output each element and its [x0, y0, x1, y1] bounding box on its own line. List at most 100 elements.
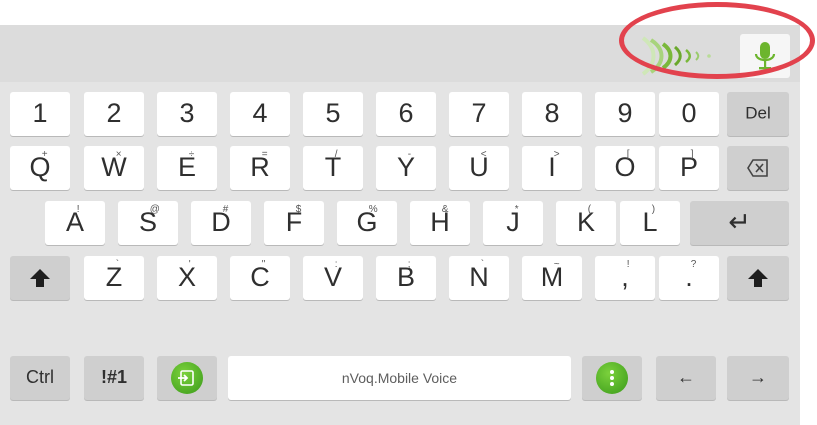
key-k[interactable]: K(	[556, 201, 616, 245]
key-label: B	[396, 261, 415, 292]
key-3[interactable]: 3	[157, 92, 217, 136]
key-label: T	[324, 151, 342, 182]
key-7[interactable]: 7	[449, 92, 509, 136]
shift-icon	[748, 269, 768, 287]
enter-icon: ↵	[728, 206, 751, 237]
key-label: E	[177, 151, 196, 182]
key-label: P	[679, 151, 698, 182]
key-n[interactable]: N `	[449, 256, 509, 300]
key-label: 8	[544, 97, 560, 128]
symbols-key[interactable]: !#1	[84, 356, 144, 400]
key-label: 0	[681, 97, 697, 128]
key-v[interactable]: V:	[303, 256, 363, 300]
key-label: I	[548, 151, 556, 182]
key-label: K	[576, 206, 595, 237]
key-secondary: *	[514, 204, 519, 215]
delete-key[interactable]: Del	[727, 92, 789, 136]
key-label: Y	[396, 151, 415, 182]
key-8[interactable]: 8	[522, 92, 582, 136]
key-e[interactable]: E ÷	[157, 146, 217, 190]
key-1[interactable]: 1	[10, 92, 70, 136]
key-0[interactable]: 0	[659, 92, 719, 136]
key-secondary: &	[441, 204, 449, 215]
left-arrow-key[interactable]: ←	[656, 356, 716, 400]
key-j[interactable]: J *	[483, 201, 543, 245]
backspace-key[interactable]	[727, 146, 789, 190]
key-i[interactable]: I >	[522, 146, 582, 190]
key-l[interactable]: L)	[620, 201, 680, 245]
key-label: Q	[29, 151, 51, 182]
key-h[interactable]: H &	[410, 201, 470, 245]
key-label: H	[430, 206, 450, 237]
right-arrow-icon: →	[749, 367, 767, 388]
key-9[interactable]: 9	[595, 92, 655, 136]
key-label: 1	[32, 97, 48, 128]
key-label: W	[101, 151, 127, 182]
shift-left-key[interactable]	[10, 256, 70, 300]
key-2[interactable]: 2	[84, 92, 144, 136]
key-d[interactable]: D #	[191, 201, 251, 245]
key-a[interactable]: A!	[45, 201, 105, 245]
highlight-ring	[619, 2, 815, 79]
key-5[interactable]: 5	[303, 92, 363, 136]
key-z[interactable]: Z `	[84, 256, 144, 300]
key-secondary: $	[295, 204, 302, 215]
key-c[interactable]: C "	[230, 256, 290, 300]
key-label: X	[177, 261, 196, 292]
key-o[interactable]: O[	[595, 146, 655, 190]
key-w[interactable]: W ×	[84, 146, 144, 190]
key-label: L	[642, 206, 658, 237]
key-label: 4	[252, 97, 268, 128]
key-g[interactable]: G%	[337, 201, 397, 245]
key-label: Z	[105, 261, 123, 292]
key-label: 3	[179, 97, 195, 128]
key-4[interactable]: 4	[230, 92, 290, 136]
menu-key[interactable]	[582, 356, 642, 400]
backspace-icon	[747, 159, 768, 177]
right-arrow-key[interactable]: →	[727, 356, 789, 400]
key-label: Ctrl	[26, 367, 54, 388]
key-label: 7	[471, 97, 487, 128]
key-b[interactable]: B;	[376, 256, 436, 300]
key-label: C	[250, 261, 270, 292]
key-period[interactable]: .?	[659, 256, 719, 300]
key-secondary: )	[651, 204, 656, 215]
more-vertical-icon	[596, 362, 628, 394]
shift-right-key[interactable]	[727, 256, 789, 300]
key-label: .	[685, 261, 693, 292]
key-x[interactable]: X '	[157, 256, 217, 300]
key-s[interactable]: S @	[118, 201, 178, 245]
key-6[interactable]: 6	[376, 92, 436, 136]
key-p[interactable]: P]	[659, 146, 719, 190]
key-secondary: ÷	[188, 149, 195, 160]
key-secondary: ]	[690, 149, 694, 160]
key-secondary: !	[626, 259, 630, 270]
enter-key[interactable]: ↵	[690, 201, 789, 245]
key-label: 2	[106, 97, 122, 128]
key-t[interactable]: T /	[303, 146, 363, 190]
key-label: J	[506, 206, 520, 237]
key-secondary: >	[553, 149, 560, 160]
key-y[interactable]: Y-	[376, 146, 436, 190]
nvoq-app-icon	[171, 362, 203, 394]
key-comma[interactable]: ,!	[595, 256, 655, 300]
nvoq-app-key[interactable]	[157, 356, 217, 400]
key-f[interactable]: F $	[264, 201, 324, 245]
key-secondary: ~	[553, 259, 560, 270]
key-r[interactable]: R =	[230, 146, 290, 190]
key-q[interactable]: Q +	[10, 146, 70, 190]
key-secondary: ;	[407, 259, 411, 270]
key-secondary: `	[115, 259, 120, 270]
key-label: R	[250, 151, 270, 182]
key-secondary: %	[368, 204, 378, 215]
key-secondary: #	[222, 204, 229, 215]
key-secondary: [	[626, 149, 630, 160]
space-bar[interactable]: nVoq.Mobile Voice	[228, 356, 571, 400]
key-u[interactable]: U <	[449, 146, 509, 190]
key-secondary: "	[261, 259, 266, 270]
key-m[interactable]: M ~	[522, 256, 582, 300]
key-secondary: :	[334, 259, 338, 270]
ctrl-key[interactable]: Ctrl	[10, 356, 70, 400]
key-secondary: /	[334, 149, 338, 160]
shift-icon	[30, 269, 50, 287]
